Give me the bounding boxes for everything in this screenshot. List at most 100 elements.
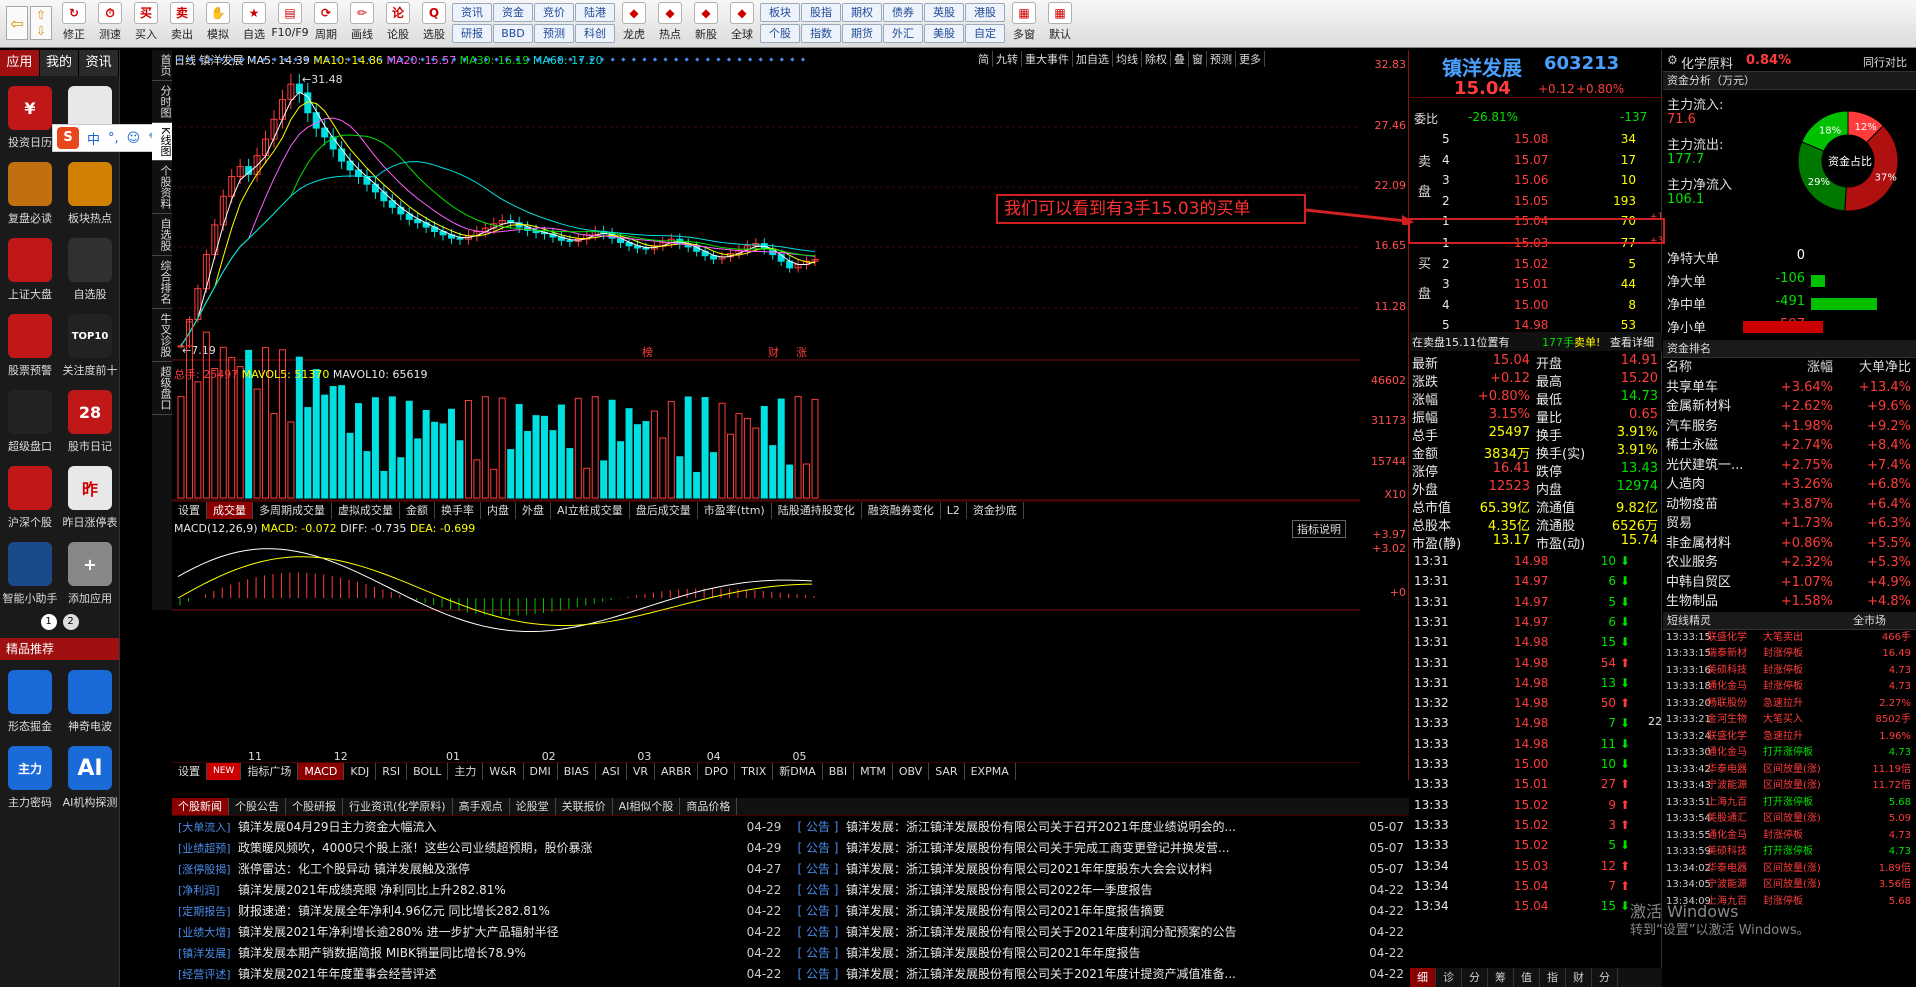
bottom-tab-13[interactable]: ARBR (655, 763, 699, 780)
toolbar-btn-27[interactable]: 英股 (924, 3, 964, 22)
indicator-tab-8[interactable]: AI立桩成交量 (551, 502, 630, 519)
bottom-tab-7[interactable]: 主力 (448, 763, 484, 780)
rank-row[interactable]: 非金属材料 +0.86% +5.5% (1663, 534, 1916, 554)
toolbar-btn-26[interactable]: 债券 (883, 3, 923, 22)
emoji-icon[interactable]: ☺ (127, 131, 141, 146)
news-row[interactable]: [净利润] 镇洋发展2021年成绩亮眼 净利同比上升282.81% 04-22 [ 公… (172, 879, 1409, 900)
toolbar-btn-4[interactable]: ✋ 模拟 (200, 0, 236, 46)
shortline-row[interactable]: 13:33:54 美股通汇 区间放量(涨) 5.09 (1663, 811, 1916, 828)
toolbar-btn-22[interactable]: ◆ 全球 (724, 0, 760, 46)
quote-tab-0[interactable]: 细 (1410, 968, 1436, 987)
news-tab-3[interactable]: 行业资讯(化学原料) (343, 798, 453, 815)
bottom-tab-8[interactable]: W&R (483, 763, 524, 780)
toolbar-btn-13[interactable]: 竞价 (534, 3, 574, 22)
indicator-tab-10[interactable]: 市盈率(ttm) (698, 502, 772, 519)
shortline-row[interactable]: 13:33:55 通化金马 封涨停板 4.73 (1663, 828, 1916, 845)
toolbar-btn-9[interactable]: 论论股 (380, 0, 416, 46)
vtab-3[interactable]: 个股资料 (152, 161, 172, 215)
gear-icon[interactable]: ⚙ (1667, 53, 1678, 67)
toolbar-btn-24[interactable]: 股指 (801, 3, 841, 22)
bottom-tab-14[interactable]: DPO (698, 763, 736, 780)
toolbar-btn-33[interactable]: 美股 (924, 24, 964, 43)
news-row[interactable]: [涨停股揭] 涨停雷达：化工个股异动 镇洋发展触及涨停 04-27 [ 公告 ] 镇洋发… (172, 858, 1409, 879)
news-title[interactable]: 财报速递：镇洋发展全年净利4.96亿元 同比增长282.81% (238, 902, 738, 919)
news-row[interactable]: [定期报告] 财报速递：镇洋发展全年净利4.96亿元 同比增长282.81% 04-… (172, 900, 1409, 921)
shortline-row[interactable]: 13:34:02 华泰电器 区间放量(涨) 1.89倍 (1663, 861, 1916, 878)
bottom-tab-6[interactable]: BOLL (407, 763, 449, 780)
shortline-row[interactable]: 13:33:21 金河生物 大笔买入 8502手 (1663, 712, 1916, 729)
toolbar-btn-3[interactable]: 卖卖出 (164, 0, 200, 46)
shortline-row[interactable]: 13:33:59 美硕科技 打开涨停板 4.73 (1663, 844, 1916, 861)
rank-col-0[interactable]: 名称 (1663, 358, 1763, 378)
rank-row[interactable]: 农业服务 +2.32% +5.3% (1663, 553, 1916, 573)
shortline-row[interactable]: 13:33:43 宁波能源 区间放量(涨) 11.72倍 (1663, 778, 1916, 795)
notice-title[interactable]: 镇洋发展：浙江镇洋发展股份有限公司2021年年度报告摘要 (846, 902, 1364, 919)
indicator-help-button[interactable]: 指标说明 (1292, 520, 1346, 538)
page-dot-2[interactable]: 2 (62, 614, 79, 630)
vtab-6[interactable]: 牛叉诊股 (152, 309, 172, 363)
toolbar-btn-18[interactable]: 科创 (575, 24, 615, 43)
kline-chart-panel[interactable]: 日线 镇洋发展 MA5: 14.39 MA10: 14.86 MA20: 15.… (172, 50, 1409, 780)
bottom-tab-17[interactable]: BBI (823, 763, 855, 780)
shortline-row[interactable]: 13:34:05 宁波能源 区间放量(涨) 3.56倍 (1663, 877, 1916, 894)
quote-tab-3[interactable]: 筹 (1488, 968, 1514, 987)
notice-title[interactable]: 镇洋发展：浙江镇洋发展股份有限公司关于完成工商变更登记并换发营... (846, 839, 1364, 856)
bid-row[interactable]: 3 15.01 44 (1410, 275, 1662, 294)
bottom-tab-18[interactable]: MTM (854, 763, 893, 780)
app-6[interactable]: 股票预警 (0, 314, 60, 378)
news-tab-5[interactable]: 论股堂 (510, 798, 556, 815)
bottom-tab-12[interactable]: VR (627, 763, 655, 780)
bottom-tab-10[interactable]: BIAS (558, 763, 597, 780)
toolbar-btn-29[interactable]: 个股 (760, 24, 800, 43)
tab-mine[interactable]: 我的 (39, 50, 80, 76)
app-5[interactable]: 自选股 (60, 238, 120, 302)
industry-name[interactable]: 化学原料 (1681, 53, 1733, 72)
app-4[interactable]: 上证大盘 (0, 238, 60, 302)
featured-app-2[interactable]: 主力 主力密码 (0, 746, 60, 810)
bottom-tab-2[interactable]: 指标广场 (241, 763, 299, 780)
rank-col-2[interactable]: 大单净比 (1833, 358, 1911, 378)
bid-row[interactable]: 4 15.00 8 (1410, 296, 1662, 315)
bottom-tab-9[interactable]: DMI (524, 763, 558, 780)
news-tab-6[interactable]: 关联报价 (556, 798, 613, 815)
toolbar-btn-7[interactable]: ⟳ 周期 (308, 0, 344, 46)
indicator-tab-12[interactable]: 融资融券变化 (862, 502, 941, 519)
rank-row[interactable]: 人造肉 +3.26% +6.8% (1663, 475, 1916, 495)
indicator-tab-0[interactable]: 设置 (172, 502, 207, 519)
shortline-row[interactable]: 13:33:18 通化金马 封涨停板 4.73 (1663, 679, 1916, 696)
app-8[interactable]: 超级盘口 (0, 390, 60, 454)
indicator-tab-9[interactable]: 盘后成交量 (630, 502, 698, 519)
shortline-row[interactable]: 13:33:16 美硕科技 封涨停板 4.73 (1663, 663, 1916, 680)
news-tab-8[interactable]: 商品价格 (680, 798, 738, 815)
featured-app-1[interactable]: 神奇电波 (60, 670, 120, 734)
news-title[interactable]: 镇洋发展2021年年度董事会经营评述 (238, 965, 738, 982)
news-title[interactable]: 涨停雷达：化工个股异动 镇洋发展触及涨停 (238, 860, 738, 877)
shortline-row[interactable]: 13:33:24 联盛化学 急速拉升 1.96% (1663, 729, 1916, 746)
app-3[interactable]: 板块热点 (60, 162, 120, 226)
bid-row[interactable]: 2 15.02 5 (1410, 255, 1662, 274)
vtab-1[interactable]: 分时图 (152, 81, 172, 123)
app-2[interactable]: 复盘必读 (0, 162, 60, 226)
tab-apps[interactable]: 应用 (0, 50, 40, 76)
indicator-tab-13[interactable]: L2 (941, 502, 967, 519)
back-arrow-icon[interactable]: ⇦ (6, 6, 28, 40)
shortline-row[interactable]: 13:33:15 瑞泰新材 封涨停板 16.49 (1663, 646, 1916, 663)
bottom-tab-20[interactable]: SAR (929, 763, 965, 780)
toolbar-btn-12[interactable]: 资金 (493, 3, 533, 22)
shortline-row[interactable]: 13:33:51 上海九百 打开涨停板 5.68 (1663, 795, 1916, 812)
notice-title[interactable]: 镇洋发展：浙江镇洋发展股份有限公司2022年一季度报告 (846, 881, 1364, 898)
rank-row[interactable]: 共享单车 +3.64% +13.4% (1663, 378, 1916, 398)
featured-app-3[interactable]: AI AI机构探测 (60, 746, 120, 810)
shortline-row[interactable]: 13:33:42 华泰电器 区间放量(涨) 11.19倍 (1663, 762, 1916, 779)
toolbar-btn-10[interactable]: Q 选股 (416, 0, 452, 46)
toolbar-btn-17[interactable]: 预测 (534, 24, 574, 43)
news-row[interactable]: [镇洋发展] 镇洋发展本期产销数据简报 MIBK销量同比增长78.9% 04-22 [… (172, 942, 1409, 963)
indicator-tab-7[interactable]: 外盘 (516, 502, 551, 519)
app-7[interactable]: TOP10 关注度前十 (60, 314, 120, 378)
toolbar-btn-11[interactable]: 资讯 (452, 3, 492, 22)
toolbar-btn-36[interactable]: ▦ 默认 (1042, 0, 1078, 46)
order-detail-link[interactable]: 查看详细 (1610, 334, 1654, 350)
indicator-tab-4[interactable]: 金额 (400, 502, 435, 519)
quote-tab-2[interactable]: 分 (1462, 968, 1488, 987)
toolbar-btn-30[interactable]: 指数 (801, 24, 841, 43)
